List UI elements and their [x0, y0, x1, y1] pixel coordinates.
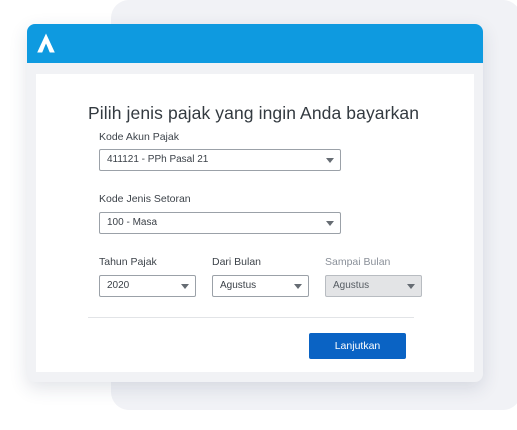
kode-jenis-setoran-select[interactable]: 100 - Masa: [99, 212, 341, 234]
app-window: Pilih jenis pajak yang ingin Anda bayark…: [27, 24, 483, 382]
sampai-bulan-label: Sampai Bulan: [325, 256, 391, 268]
chevron-down-icon: [407, 284, 415, 289]
stage: Pilih jenis pajak yang ingin Anda bayark…: [0, 0, 517, 430]
brand-logo-icon: [37, 33, 55, 53]
chevron-down-icon: [326, 158, 334, 163]
dari-bulan-label: Dari Bulan: [212, 256, 262, 268]
dari-bulan-select[interactable]: Agustus: [212, 275, 309, 297]
chevron-down-icon: [326, 221, 334, 226]
kode-jenis-setoran-label: Kode Jenis Setoran: [99, 193, 191, 205]
title-bar: [27, 24, 483, 63]
dari-bulan-value: Agustus: [220, 280, 257, 291]
page-title: Pilih jenis pajak yang ingin Anda bayark…: [88, 103, 420, 123]
kode-jenis-setoran-value: 100 - Masa: [107, 217, 158, 228]
form-panel: Pilih jenis pajak yang ingin Anda bayark…: [36, 74, 474, 372]
kode-akun-pajak-select[interactable]: 411121 - PPh Pasal 21: [99, 149, 341, 171]
divider: [88, 317, 414, 318]
kode-akun-pajak-label: Kode Akun Pajak: [99, 131, 179, 143]
sampai-bulan-value: Agustus: [333, 280, 370, 291]
tahun-pajak-value: 2020: [107, 280, 130, 291]
chevron-down-icon: [181, 284, 189, 289]
sampai-bulan-select: Agustus: [325, 275, 422, 297]
tahun-pajak-select[interactable]: 2020: [99, 275, 196, 297]
tahun-pajak-label: Tahun Pajak: [99, 256, 157, 268]
kode-akun-pajak-value: 411121 - PPh Pasal 21: [107, 154, 209, 165]
lanjutkan-button[interactable]: Lanjutkan: [309, 333, 406, 359]
chevron-down-icon: [294, 284, 302, 289]
